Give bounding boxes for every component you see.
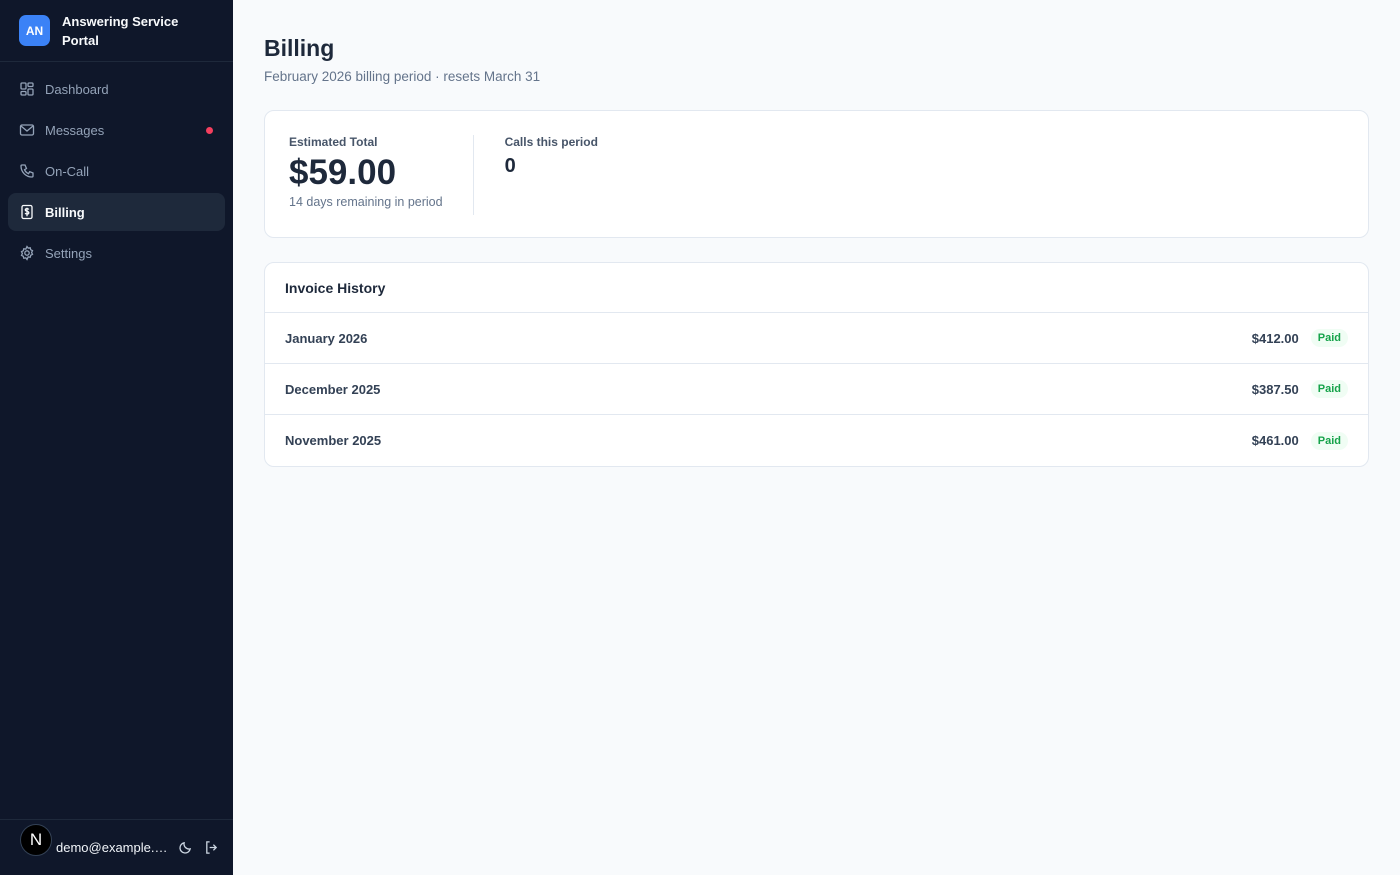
- billing-summary-card: Estimated Total $59.00 14 days remaining…: [264, 110, 1369, 238]
- invoice-history-title: Invoice History: [265, 263, 1368, 313]
- invoice-row[interactable]: November 2025 $461.00 Paid: [265, 415, 1368, 466]
- invoice-row[interactable]: January 2026 $412.00 Paid: [265, 313, 1368, 364]
- sidebar: AN Answering Service Portal Dashboard Me…: [0, 0, 233, 875]
- estimated-total-label: Estimated Total: [289, 135, 378, 149]
- phone-icon: [19, 163, 35, 179]
- status-badge: Paid: [1310, 329, 1348, 347]
- estimated-total: Estimated Total $59.00 14 days remaining…: [289, 135, 473, 213]
- page-subtitle: February 2026 billing period · resets Ma…: [264, 69, 541, 84]
- estimated-total-value: $59.00: [289, 153, 397, 192]
- invoice-amount: $387.50: [1251, 381, 1299, 397]
- invoice-history-card: Invoice History January 2026 $412.00 Pai…: [264, 262, 1369, 467]
- sidebar-nav: Dashboard Messages On-Call Billing Setti…: [0, 62, 233, 283]
- page-title: Billing: [264, 35, 335, 61]
- brand: AN Answering Service Portal: [0, 0, 233, 62]
- invoice-month: January 2026: [285, 330, 368, 346]
- invoice-month: November 2025: [285, 433, 382, 448]
- brand-title: Answering Service Portal: [62, 13, 179, 48]
- sidebar-item-label: Dashboard: [45, 81, 109, 97]
- unread-dot: [206, 127, 213, 134]
- logout-icon[interactable]: [202, 839, 220, 857]
- invoice-month: December 2025: [285, 381, 381, 397]
- invoice-amount: $412.00: [1251, 330, 1299, 346]
- sidebar-item-billing[interactable]: Billing: [8, 193, 225, 231]
- sidebar-item-settings[interactable]: Settings: [8, 234, 225, 272]
- sidebar-item-label: Messages: [45, 122, 105, 138]
- gear-icon: [19, 245, 35, 261]
- sidebar-item-label: Billing: [45, 204, 85, 220]
- grid-icon: [19, 81, 35, 97]
- calls-value: 0: [504, 155, 516, 177]
- dollar-icon: [19, 204, 35, 220]
- status-badge: Paid: [1310, 431, 1348, 450]
- user-email: demo@example.com: [56, 840, 168, 855]
- main-content: Billing February 2026 billing period · r…: [264, 0, 1369, 467]
- brand-badge: AN: [19, 15, 50, 46]
- calls-label: Calls this period: [504, 135, 598, 149]
- mail-icon: [19, 122, 35, 138]
- sidebar-item-on-call[interactable]: On-Call: [8, 152, 225, 190]
- status-badge: Paid: [1310, 380, 1348, 398]
- invoice-amount: $461.00: [1251, 433, 1299, 448]
- sidebar-item-label: Settings: [45, 245, 92, 261]
- moon-icon[interactable]: [176, 839, 194, 857]
- sidebar-item-dashboard[interactable]: Dashboard: [8, 70, 225, 108]
- calls-this-period: Calls this period 0: [474, 135, 598, 213]
- sidebar-item-messages[interactable]: Messages: [8, 111, 225, 149]
- sidebar-footer: N demo@example.com: [0, 819, 233, 875]
- avatar[interactable]: N: [20, 823, 52, 856]
- invoice-row[interactable]: December 2025 $387.50 Paid: [265, 364, 1368, 415]
- estimated-total-note: 14 days remaining in period: [289, 195, 443, 209]
- sidebar-item-label: On-Call: [45, 163, 90, 179]
